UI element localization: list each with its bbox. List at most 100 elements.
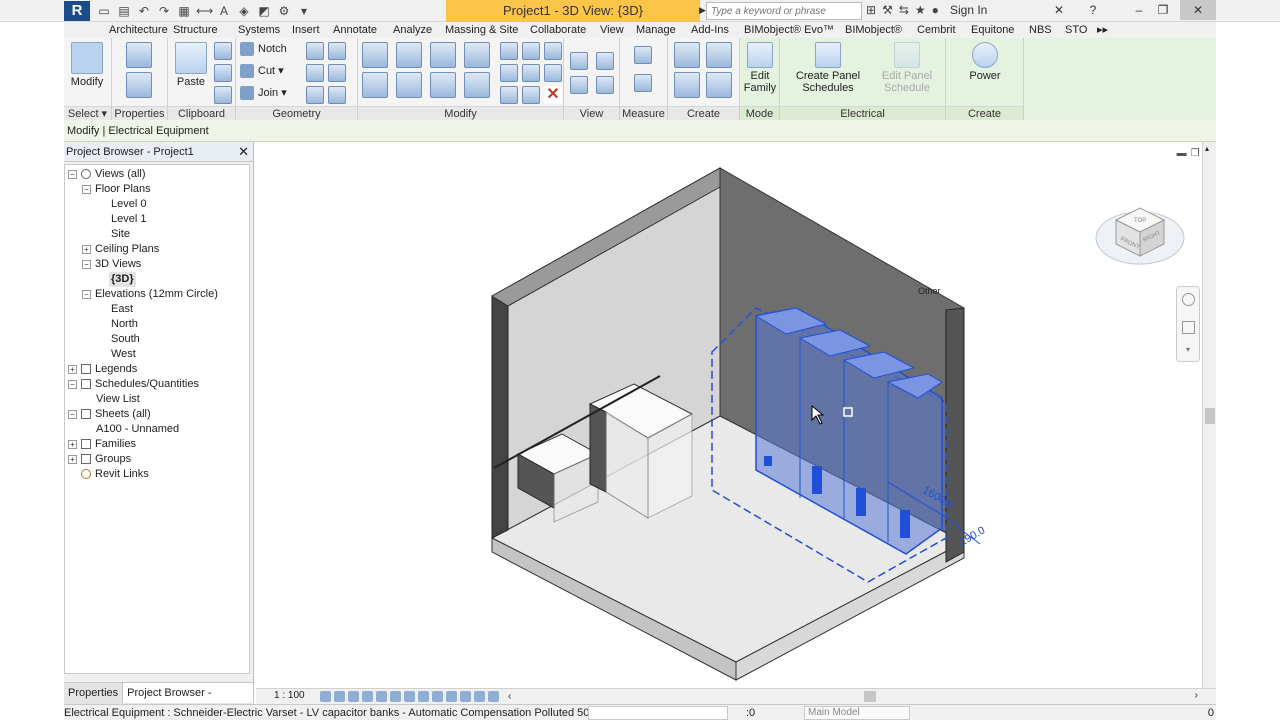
- create-similar-icon[interactable]: [674, 42, 700, 68]
- collapse-icon[interactable]: −: [82, 259, 91, 269]
- lock-3d-icon[interactable]: [418, 691, 429, 702]
- tab-overflow-icon[interactable]: ▸▸: [1094, 22, 1111, 38]
- tab-add-ins[interactable]: Add-Ins: [688, 22, 732, 38]
- sign-in-button[interactable]: Sign In: [950, 3, 987, 17]
- tree-item-ceiling-plans[interactable]: + Ceiling Plans: [82, 242, 159, 257]
- tree-item-site[interactable]: Site: [111, 227, 130, 242]
- paint-icon[interactable]: [328, 42, 346, 60]
- copy-element-icon[interactable]: [396, 72, 422, 98]
- temp-view-properties-icon[interactable]: [460, 691, 471, 702]
- tree-item-level-0[interactable]: Level 0: [111, 197, 146, 212]
- expand-icon[interactable]: +: [68, 454, 77, 464]
- filter-count[interactable]: 0: [1208, 705, 1214, 720]
- help-icon[interactable]: ?: [1080, 0, 1106, 20]
- collapse-icon[interactable]: −: [68, 169, 77, 179]
- tree-item-floor-plans[interactable]: − Floor Plans: [82, 182, 151, 197]
- align-icon[interactable]: [362, 42, 388, 68]
- sun-path-icon[interactable]: [348, 691, 359, 702]
- expand-icon[interactable]: +: [82, 244, 91, 254]
- split-face-icon[interactable]: [306, 64, 324, 82]
- edit-family-button[interactable]: Edit Family: [742, 40, 778, 94]
- exchange-apps-icon[interactable]: ✕: [1046, 0, 1072, 20]
- tree-item-south[interactable]: South: [111, 332, 140, 347]
- collapse-icon[interactable]: −: [82, 184, 91, 194]
- aligned-dimension-icon[interactable]: [634, 74, 652, 92]
- tab-properties[interactable]: Properties: [64, 683, 124, 703]
- shadows-icon[interactable]: [362, 691, 373, 702]
- tree-item-sheets[interactable]: − Sheets (all): [68, 407, 151, 422]
- create-group-icon[interactable]: [674, 72, 700, 98]
- delete-icon[interactable]: ✕: [544, 86, 562, 104]
- undo-icon[interactable]: ↶: [136, 3, 152, 19]
- tab-insert[interactable]: Insert: [289, 22, 323, 38]
- search-box[interactable]: [706, 2, 862, 20]
- brush-icon[interactable]: [570, 76, 588, 94]
- select-dropdown[interactable]: Select ▾: [64, 106, 111, 120]
- tree-item-north[interactable]: North: [111, 317, 138, 332]
- tree-item-groups[interactable]: + Groups: [68, 452, 131, 467]
- zoom-icon[interactable]: [1182, 321, 1195, 334]
- unpin-icon[interactable]: [544, 64, 562, 82]
- text-icon[interactable]: A: [216, 3, 232, 19]
- view-scale[interactable]: 1 : 100: [274, 690, 305, 701]
- tab-sto[interactable]: STO: [1062, 22, 1090, 38]
- tab-annotate[interactable]: Annotate: [330, 22, 380, 38]
- highlight-displacement-icon[interactable]: [488, 691, 499, 702]
- create-assembly-icon[interactable]: [706, 72, 732, 98]
- reveal-hidden-icon[interactable]: [446, 691, 457, 702]
- properties-icon[interactable]: [126, 42, 152, 68]
- steering-wheel-icon[interactable]: [1182, 293, 1195, 306]
- beam-system-icon[interactable]: [328, 86, 346, 104]
- wall-joins-icon[interactable]: [306, 42, 324, 60]
- move-icon[interactable]: [362, 72, 388, 98]
- cut-geometry-button[interactable]: Cut ▾: [240, 62, 284, 80]
- scroll-left-icon[interactable]: ‹: [508, 691, 511, 702]
- tab-equitone[interactable]: Equitone: [968, 22, 1017, 38]
- search-input[interactable]: [707, 3, 861, 19]
- user-icon[interactable]: ●: [932, 3, 939, 17]
- demolish-icon[interactable]: [328, 64, 346, 82]
- collapse-icon[interactable]: −: [82, 289, 91, 299]
- tree-item-east[interactable]: East: [111, 302, 133, 317]
- pin-icon[interactable]: [544, 42, 562, 60]
- tab-collaborate[interactable]: Collaborate: [527, 22, 589, 38]
- 3d-viewport[interactable]: ▬ ❐ ✕: [256, 142, 1216, 704]
- tree-item-a100[interactable]: A100 - Unnamed: [96, 422, 179, 437]
- redo-icon[interactable]: ↷: [156, 3, 172, 19]
- nav-dropdown-icon[interactable]: ▾: [1186, 345, 1190, 354]
- close-button[interactable]: ✕: [1180, 0, 1216, 20]
- dropdown-icon[interactable]: ▾: [296, 3, 312, 19]
- detail-level-icon[interactable]: [320, 691, 331, 702]
- tree-item-views[interactable]: − Views (all): [68, 167, 146, 182]
- cut-icon[interactable]: [214, 42, 232, 60]
- mirror-draw-icon[interactable]: [464, 42, 490, 68]
- measure-between-icon[interactable]: [634, 46, 652, 64]
- trim-single-icon[interactable]: [500, 86, 518, 104]
- edit-panel-schedule-button[interactable]: Edit Panel Schedule: [872, 40, 942, 94]
- tree-item-elevations[interactable]: − Elevations (12mm Circle): [82, 287, 218, 302]
- notch-button[interactable]: Notch: [240, 40, 287, 58]
- vertical-scroll-thumb[interactable]: [1205, 408, 1215, 424]
- collapse-icon[interactable]: −: [68, 409, 77, 419]
- collapse-icon[interactable]: −: [68, 379, 77, 389]
- visual-style-icon[interactable]: [334, 691, 345, 702]
- save-icon[interactable]: ▤: [116, 3, 132, 19]
- rotate-icon[interactable]: [430, 72, 456, 98]
- tab-cembrit[interactable]: Cembrit: [914, 22, 959, 38]
- type-properties-icon[interactable]: [126, 72, 152, 98]
- settings-icon[interactable]: ⚙: [276, 3, 292, 19]
- split-icon[interactable]: [500, 42, 518, 60]
- tab-bimobject-evo[interactable]: BIMobject® Evo™: [741, 22, 837, 38]
- match-type-icon[interactable]: [214, 86, 232, 104]
- tab-analyze[interactable]: Analyze: [390, 22, 435, 38]
- power-button[interactable]: Power: [962, 40, 1008, 82]
- array-icon[interactable]: [500, 64, 518, 82]
- sections-icon[interactable]: ◩: [256, 3, 272, 19]
- exchange-icon[interactable]: ⇆: [899, 3, 909, 17]
- tab-project-browser[interactable]: Project Browser - Project1: [123, 683, 254, 719]
- tab-manage[interactable]: Manage: [633, 22, 679, 38]
- join-roof-icon[interactable]: [306, 86, 324, 104]
- tree-item-3d-views[interactable]: −3D Views: [82, 257, 141, 272]
- offset-icon[interactable]: [396, 42, 422, 68]
- close-icon[interactable]: ✕: [238, 142, 249, 162]
